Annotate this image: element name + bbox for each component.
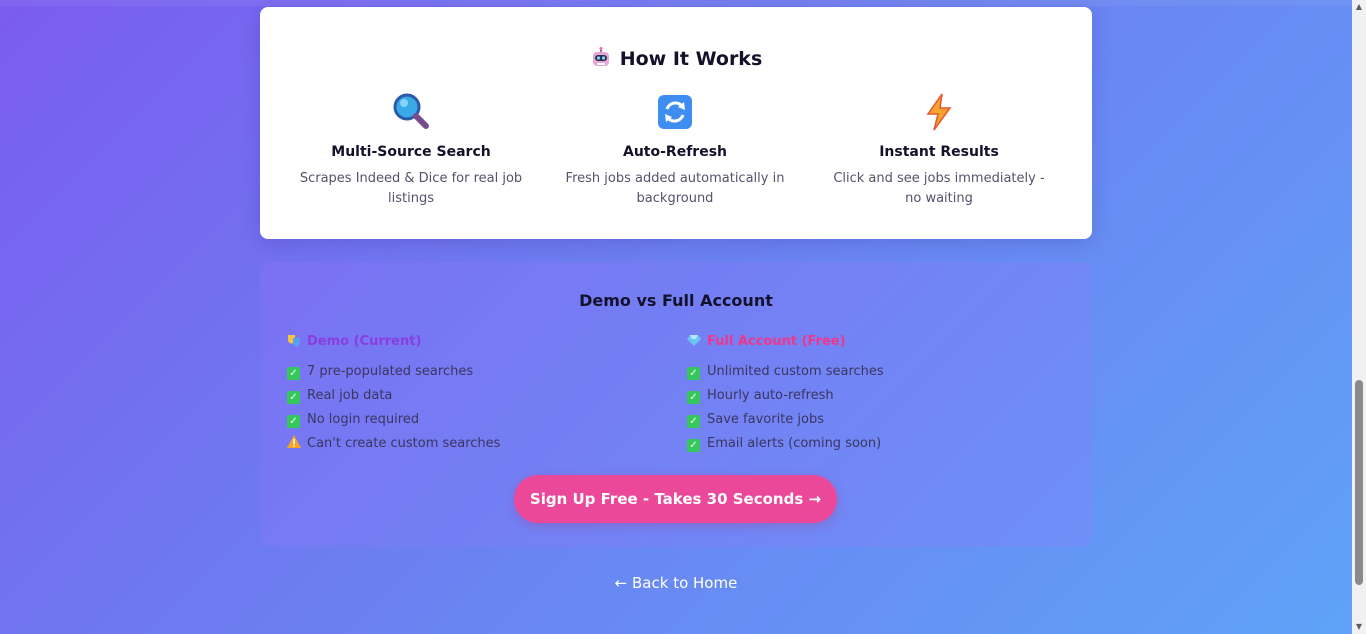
list-item: ✓ Email alerts (coming soon) <box>687 432 1047 456</box>
full-account-heading: Full Account (Free) <box>687 332 1047 352</box>
demo-heading: Demo (Current) <box>287 332 647 352</box>
feature-description: Click and see jobs immediately - no wait… <box>833 171 1045 206</box>
theater-masks-icon <box>288 335 300 347</box>
check-icon: ✓ <box>287 367 300 380</box>
list-item: ✓ Hourly auto-refresh <box>687 384 1047 408</box>
full-account-column: Full Account (Free) ✓ Unlimited custom se… <box>687 332 1047 456</box>
how-it-works-heading: How It Works <box>260 47 1092 70</box>
check-icon: ✓ <box>687 391 700 404</box>
robot-icon <box>592 47 609 66</box>
list-item: Can't create custom searches <box>287 432 647 456</box>
gem-icon <box>687 335 701 346</box>
how-it-works-title: How It Works <box>619 48 763 70</box>
signup-button[interactable]: Sign Up Free - Takes 30 Seconds → <box>514 475 837 523</box>
list-item: ✓ Unlimited custom searches <box>687 360 1047 384</box>
how-it-works-card: How It Works Multi-Source Search Scrapes… <box>260 7 1092 239</box>
feature-name: Auto-Refresh <box>623 144 727 160</box>
list-item: ✓ Save favorite jobs <box>687 408 1047 432</box>
full-account-heading-label: Full Account (Free) <box>707 334 846 349</box>
scrollbar-thumb[interactable] <box>1355 380 1363 585</box>
vertical-scrollbar[interactable]: ▲ ▼ <box>1352 0 1366 634</box>
scroll-up-arrow-icon[interactable]: ▲ <box>1352 0 1366 14</box>
list-item: ✓ Real job data <box>287 384 647 408</box>
feature-multi-source: Multi-Source Search Scrapes Indeed & Dic… <box>281 92 541 209</box>
page-top-edge <box>0 0 1352 6</box>
magnifier-icon <box>393 93 429 129</box>
list-item: ✓ No login required <box>287 408 647 432</box>
feature-description: Scrapes Indeed & Dice for real job listi… <box>299 171 523 206</box>
check-icon: ✓ <box>287 415 300 428</box>
scroll-down-arrow-icon[interactable]: ▼ <box>1352 620 1366 634</box>
check-icon: ✓ <box>287 391 300 404</box>
check-icon: ✓ <box>687 367 700 380</box>
feature-auto-refresh: Auto-Refresh Fresh jobs added automatica… <box>545 92 805 209</box>
feature-name: Multi-Source Search <box>331 144 491 160</box>
demo-column: Demo (Current) ✓ 7 pre-populated searches… <box>287 332 647 456</box>
list-item: ✓ 7 pre-populated searches <box>287 360 647 384</box>
demo-heading-label: Demo (Current) <box>307 334 422 349</box>
full-account-feature-list: ✓ Unlimited custom searches ✓ Hourly auto-… <box>687 360 1047 456</box>
check-icon: ✓ <box>687 439 700 452</box>
warning-icon <box>287 435 301 448</box>
comparison-title: Demo vs Full Account <box>579 291 773 310</box>
check-icon: ✓ <box>687 415 700 428</box>
feature-instant-results: Instant Results Click and see jobs immed… <box>809 92 1069 209</box>
refresh-icon <box>658 95 692 129</box>
demo-feature-list: ✓ 7 pre-populated searches ✓ Real job data… <box>287 360 647 456</box>
back-to-home-link[interactable]: ← Back to Home <box>0 574 1352 592</box>
lightning-icon <box>926 93 952 131</box>
feature-name: Instant Results <box>879 144 999 160</box>
feature-description: Fresh jobs added automatically in backgr… <box>565 171 785 206</box>
